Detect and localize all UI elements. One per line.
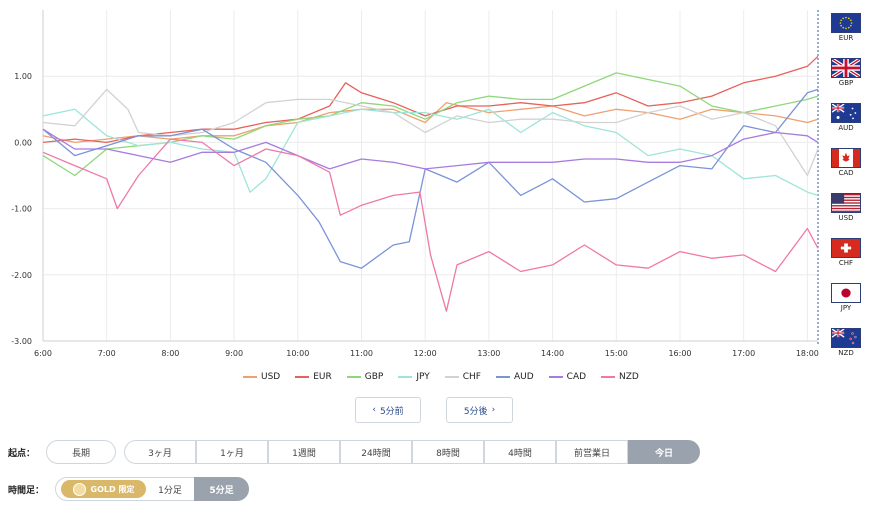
legend-swatch — [495, 376, 510, 378]
flag-label: CHF — [838, 259, 854, 267]
au-flag-icon — [831, 103, 861, 123]
flag-item-aud[interactable]: AUD — [829, 103, 863, 133]
start-option-1[interactable]: 1ヶ月 — [196, 440, 268, 464]
timeframe-5min[interactable]: 5分足 — [194, 477, 249, 501]
legend-swatch — [444, 376, 459, 378]
timeframe-1min[interactable]: 1分足 — [146, 477, 194, 501]
flag-label: AUD — [838, 124, 854, 132]
legend-item-cad[interactable]: CAD — [548, 372, 587, 382]
legend-label: CHF — [462, 372, 481, 382]
eu-flag-icon — [831, 13, 861, 33]
legend-label: AUD — [513, 372, 534, 382]
flag-item-usd[interactable]: USD — [829, 193, 863, 223]
timeframe-label: 時間足： — [8, 486, 45, 496]
x-tick-label: 17:00 — [732, 349, 755, 358]
flag-item-nzd[interactable]: NZD — [829, 328, 863, 358]
legend-label: NZD — [619, 372, 639, 382]
x-tick-label: 14:00 — [541, 349, 564, 358]
flag-label: EUR — [838, 34, 854, 42]
us-flag-icon — [831, 193, 861, 213]
legend-swatch — [295, 376, 310, 378]
x-tick-label: 9:00 — [225, 349, 243, 358]
x-tick-label: 12:00 — [414, 349, 437, 358]
x-tick-label: 18:00 — [796, 349, 819, 358]
next-5min-button[interactable]: 5分後 › — [446, 397, 513, 423]
chart-legend: USD EUR GBP JPY CHF AUD CAD NZD — [243, 370, 654, 384]
ca-flag-icon — [831, 148, 861, 168]
x-tick-label: 6:00 — [34, 349, 52, 358]
legend-label: GBP — [364, 372, 384, 382]
uk-flag-icon — [830, 57, 862, 79]
start-option-4[interactable]: 8時間 — [412, 440, 484, 464]
start-option-3[interactable]: 24時間 — [340, 440, 412, 464]
legend-swatch — [601, 376, 616, 378]
legend-item-jpy[interactable]: JPY — [398, 372, 430, 382]
gold-limited-badge: GOLD 限定 — [61, 480, 146, 498]
legend-item-chf[interactable]: CHF — [444, 372, 481, 382]
start-option-2[interactable]: 1週間 — [268, 440, 340, 464]
flag-item-eur[interactable]: EUR — [829, 13, 863, 43]
legend-label: USD — [261, 372, 281, 382]
legend-item-usd[interactable]: USD — [243, 372, 280, 382]
legend-swatch — [548, 376, 563, 378]
y-tick-label: 0.00 — [14, 138, 32, 147]
start-option-7[interactable]: 今日 — [628, 440, 700, 464]
x-tick-label: 11:00 — [350, 349, 373, 358]
y-tick-label: -1.00 — [11, 205, 32, 214]
flag-label: GBP — [838, 79, 854, 87]
x-tick-label: 8:00 — [161, 349, 179, 358]
legend-swatch — [346, 376, 361, 378]
legend-item-gbp[interactable]: GBP — [346, 372, 384, 382]
start-option-0[interactable]: 3ヶ月 — [124, 440, 196, 464]
flag-label: CAD — [838, 169, 854, 177]
flag-item-cad[interactable]: CAD — [829, 148, 863, 178]
flag-label: JPY — [840, 304, 852, 312]
start-option-5[interactable]: 4時間 — [484, 440, 556, 464]
legend-label: JPY — [416, 372, 430, 382]
start-option-6[interactable]: 前営業日 — [556, 440, 628, 464]
flag-item-gbp[interactable]: GBP — [829, 57, 863, 88]
flag-item-jpy[interactable]: JPY — [829, 283, 863, 313]
chevron-right-icon: › — [491, 405, 496, 415]
legend-item-eur[interactable]: EUR — [295, 372, 332, 382]
x-tick-label: 10:00 — [286, 349, 309, 358]
y-tick-label: -2.00 — [11, 271, 32, 280]
x-tick-label: 16:00 — [668, 349, 691, 358]
line-chart: 6:00 7:00 8:00 9:00 10:00 11:00 12:00 13:00 14:0… — [11, 10, 819, 358]
legend-label: CAD — [566, 372, 587, 382]
start-point-label: 起点： — [8, 449, 36, 459]
legend-swatch — [243, 376, 257, 378]
legend-swatch — [398, 376, 413, 378]
flag-label: USD — [838, 214, 854, 222]
series-line-chf — [42, 88, 819, 177]
y-tick-label: -3.00 — [11, 337, 32, 346]
chevron-left-icon: ‹ — [372, 405, 376, 415]
series-line-nzd — [42, 138, 819, 312]
x-tick-label: 7:00 — [98, 349, 116, 358]
nz-flag-icon — [831, 328, 861, 348]
legend-item-nzd[interactable]: NZD — [601, 372, 639, 382]
prev-5min-button[interactable]: ‹ 5分前 — [355, 397, 421, 423]
gold-coin-icon — [72, 482, 86, 496]
y-tick-label: 1.00 — [14, 72, 32, 81]
start-long-button[interactable]: 長期 — [46, 440, 116, 464]
jp-flag-icon — [831, 283, 861, 303]
ch-flag-icon — [831, 238, 861, 258]
flag-label: NZD — [838, 349, 854, 357]
x-tick-label: 15:00 — [605, 349, 628, 358]
flag-item-chf[interactable]: CHF — [829, 238, 863, 268]
legend-item-aud[interactable]: AUD — [495, 372, 534, 382]
x-tick-label: 13:00 — [477, 349, 500, 358]
legend-label: EUR — [313, 372, 332, 382]
